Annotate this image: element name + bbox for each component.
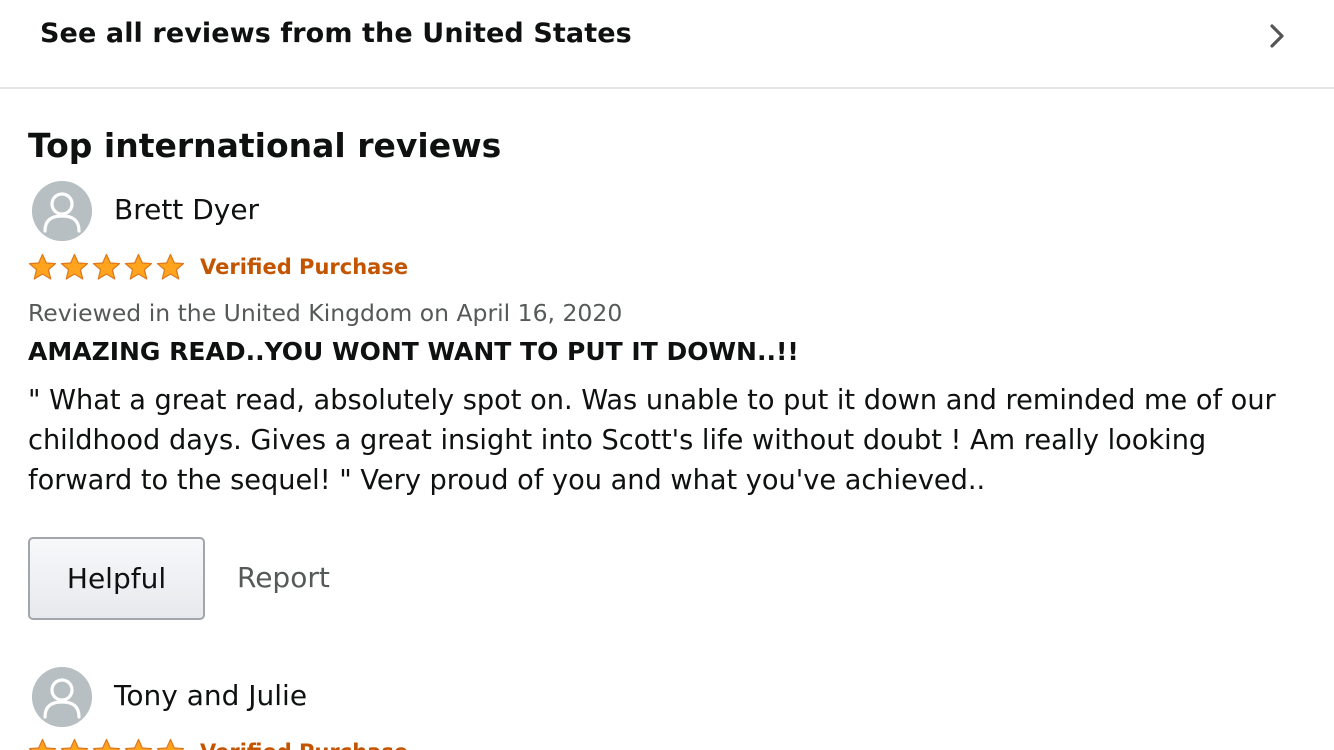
verified-purchase-badge: Verified Purchase — [200, 740, 408, 750]
avatar — [32, 667, 92, 727]
review-card: Tony and Julie Verified Purchase — [0, 0, 1334, 750]
user-avatar-icon — [32, 667, 92, 727]
reviews-page: See all reviews from the United States T… — [0, 0, 1334, 750]
reviewer-name: Tony and Julie — [114, 679, 308, 712]
star-icon — [92, 738, 121, 750]
star-icon — [60, 738, 89, 750]
star-icon — [124, 738, 153, 750]
star-icon — [28, 738, 57, 750]
star-rating — [28, 738, 185, 750]
star-icon — [156, 738, 185, 750]
